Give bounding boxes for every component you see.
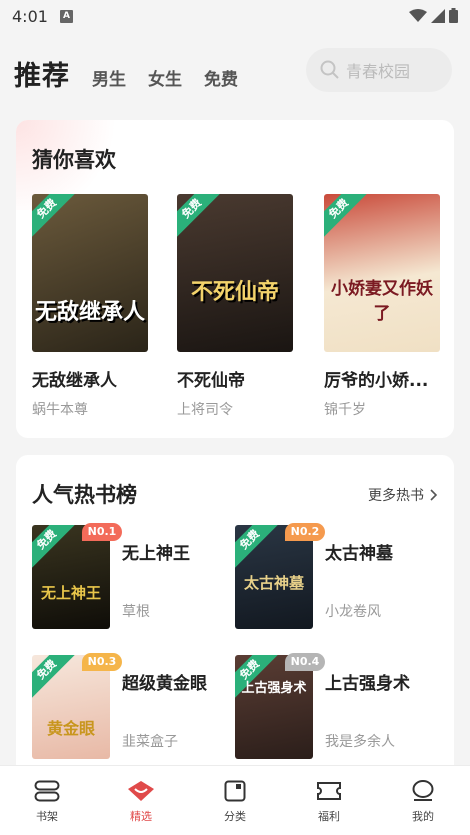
free-tag: 免费 <box>32 655 79 702</box>
signal-icon <box>431 8 445 23</box>
battery-icon <box>449 8 458 23</box>
cover-title: 无敌继承人 <box>34 300 145 325</box>
status-bar: 4:01 A <box>0 0 470 32</box>
tab-featured-label: 精选 <box>130 810 152 823</box>
search-placeholder: 青春校园 <box>346 62 411 81</box>
book-card[interactable]: 免费 无敌继承人 无敌继承人 蜗牛本尊 <box>32 194 148 419</box>
book-author: 韭菜盒子 <box>122 734 178 750</box>
book-author: 我是多余人 <box>325 734 395 750</box>
hot-title: 人气热书榜 <box>32 483 137 507</box>
book-author: 锦千岁 <box>324 402 366 418</box>
book-title: 厉爷的小娇... <box>324 371 429 391</box>
free-tag: 免费 <box>32 194 79 241</box>
tab-male[interactable]: 男生 <box>92 65 126 90</box>
free-tag: 免费 <box>177 194 224 241</box>
book-author: 上将司令 <box>177 402 233 418</box>
book-title: 超级黄金眼 <box>122 674 207 694</box>
book-title: 太古神墓 <box>325 544 393 564</box>
rank-item[interactable]: 免费 太古神墓 N0.2 太古神墓 小龙卷风 <box>235 523 425 629</box>
rank-badge: N0.3 <box>82 653 122 671</box>
tab-female[interactable]: 女生 <box>148 65 182 90</box>
cover-title: 黄金眼 <box>46 719 95 738</box>
featured-icon <box>128 781 154 801</box>
notification-a-icon: A <box>59 9 73 23</box>
book-cover: 免费 无敌继承人 <box>32 194 148 352</box>
search-icon <box>320 60 339 79</box>
book-title: 无上神王 <box>122 544 190 564</box>
tab-welfare[interactable]: 福利 <box>282 766 376 835</box>
book-author: 草根 <box>122 604 150 620</box>
cover-title: 上古强身术 <box>241 681 307 696</box>
status-icons <box>409 8 458 23</box>
tab-welfare-label: 福利 <box>318 810 340 823</box>
free-tag: 免费 <box>235 525 282 572</box>
book-card[interactable]: 免费 不死仙帝 不死仙帝 上将司令 <box>177 194 293 419</box>
cover-title: 太古神墓 <box>243 574 304 592</box>
top-nav: 推荐 男生 女生 免费 青春校园 <box>0 42 470 104</box>
tab-free[interactable]: 免费 <box>204 65 238 90</box>
tab-category[interactable]: 分类 <box>188 766 282 835</box>
more-label: 更多热书 <box>368 488 424 504</box>
book-cover: 免费 小娇妻又作妖了 <box>324 194 440 352</box>
rank-badge: N0.1 <box>82 523 122 541</box>
tab-profile-label: 我的 <box>412 810 434 823</box>
free-tag: 免费 <box>32 525 79 572</box>
tab-featured[interactable]: 精选 <box>94 766 188 835</box>
guess-you-like-card: 猜你喜欢 免费 无敌继承人 无敌继承人 蜗牛本尊 免费 不死仙帝 不死仙帝 上将… <box>16 120 454 438</box>
rank-badge: N0.4 <box>285 653 325 671</box>
rank-badge: N0.2 <box>285 523 325 541</box>
rank-item[interactable]: 免费 上古强身术 N0.4 上古强身术 我是多余人 <box>235 653 425 759</box>
welfare-icon <box>317 782 341 800</box>
category-icon <box>224 780 246 802</box>
search-input[interactable]: 青春校园 <box>306 48 452 92</box>
tab-profile[interactable]: 我的 <box>376 766 470 835</box>
bottom-tab-bar: 书架 精选 分类 福利 我的 <box>0 765 470 835</box>
rank-item[interactable]: 免费 无上神王 N0.1 无上神王 草根 <box>32 523 222 629</box>
free-tag: 免费 <box>324 194 371 241</box>
book-author: 蜗牛本尊 <box>32 402 88 418</box>
book-title: 无敌继承人 <box>32 371 117 391</box>
book-cover: 免费 不死仙帝 <box>177 194 293 352</box>
rank-item[interactable]: 免费 黄金眼 N0.3 超级黄金眼 韭菜盒子 <box>32 653 222 759</box>
cover-title: 无上神王 <box>40 584 101 602</box>
more-hot-books-link[interactable]: 更多热书 <box>368 485 438 505</box>
tab-bookshelf[interactable]: 书架 <box>0 766 94 835</box>
tab-recommend[interactable]: 推荐 <box>14 54 70 93</box>
book-title: 不死仙帝 <box>177 371 245 391</box>
profile-icon <box>412 780 434 801</box>
book-author: 小龙卷风 <box>325 604 381 620</box>
book-card[interactable]: 免费 小娇妻又作妖了 厉爷的小娇... 锦千岁 <box>324 194 440 419</box>
bookshelf-icon <box>34 780 60 802</box>
chevron-right-icon <box>430 489 438 501</box>
book-title: 上古强身术 <box>325 674 410 694</box>
hot-books-card: 人气热书榜 更多热书 免费 无上神王 N0.1 无上神王 草根 免费 太古神墓 … <box>16 455 454 785</box>
cover-title: 不死仙帝 <box>190 280 279 305</box>
guess-title: 猜你喜欢 <box>32 148 116 172</box>
status-time: 4:01 <box>12 6 48 26</box>
cover-title: 小娇妻又作妖了 <box>331 279 433 324</box>
tab-category-label: 分类 <box>224 810 246 823</box>
tab-bookshelf-label: 书架 <box>36 810 58 823</box>
wifi-icon <box>409 8 427 22</box>
